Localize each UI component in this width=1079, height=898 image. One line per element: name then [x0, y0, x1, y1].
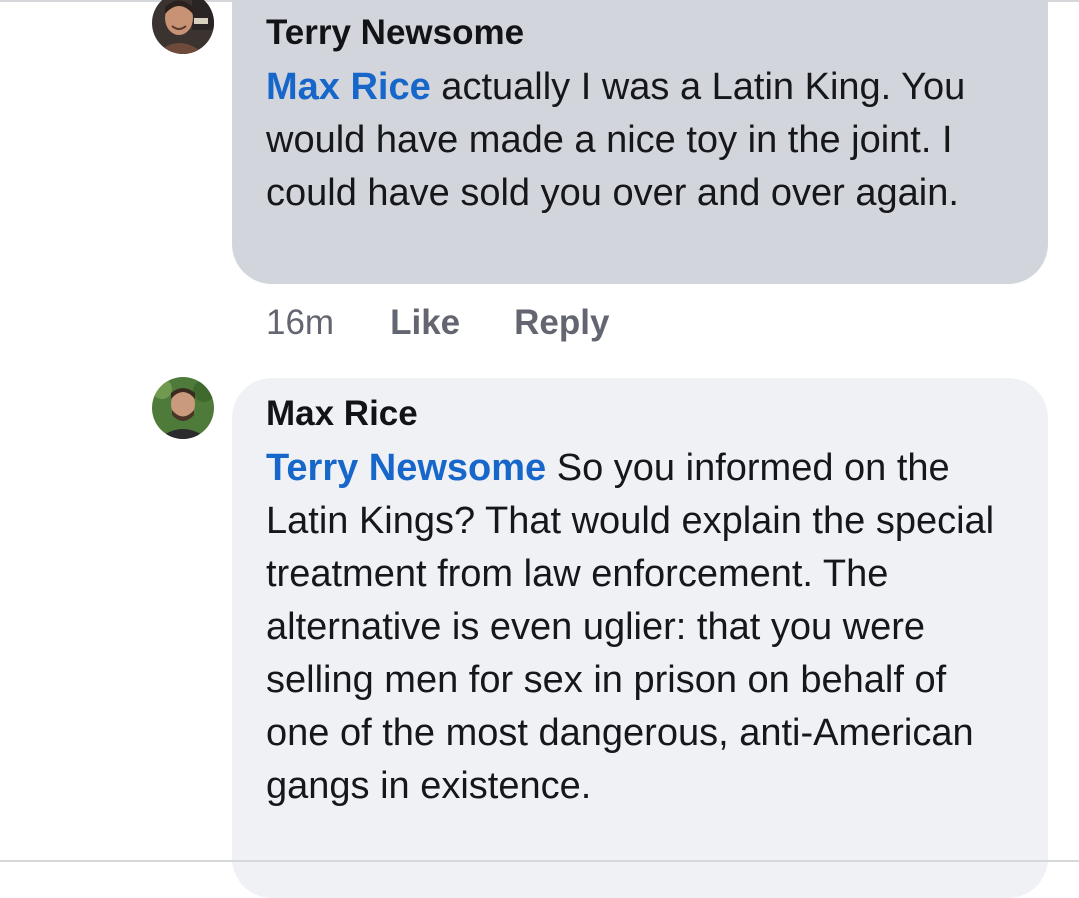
comment-author[interactable]: Max Rice	[266, 392, 1014, 436]
comment-author[interactable]: Terry Newsome	[266, 11, 1014, 55]
like-button[interactable]: Like	[390, 303, 460, 343]
mention-link[interactable]: Terry Newsome	[266, 447, 546, 489]
max-rice-avatar[interactable]	[152, 377, 214, 439]
comment-bubble: Terry Newsome Max Rice actually I was a …	[232, 0, 1048, 284]
comment-bubble: Max Rice Terry Newsome So you informed o…	[232, 378, 1048, 898]
user-avatar-icon	[152, 377, 214, 439]
bottom-divider	[0, 860, 1079, 862]
user-avatar-icon	[152, 0, 214, 54]
terry-newsome-avatar[interactable]	[152, 0, 214, 54]
comment-body: So you informed on the Latin Kings? That…	[266, 447, 995, 807]
comment-timestamp: 16m	[266, 303, 335, 342]
comment-text: Max Rice actually I was a Latin King. Yo…	[266, 61, 1014, 220]
reply-button[interactable]: Reply	[514, 303, 609, 343]
comment-actions: 16m Like Reply	[266, 300, 663, 346]
comment-text: Terry Newsome So you informed on the Lat…	[266, 442, 1014, 813]
mention-link[interactable]: Max Rice	[266, 66, 431, 108]
